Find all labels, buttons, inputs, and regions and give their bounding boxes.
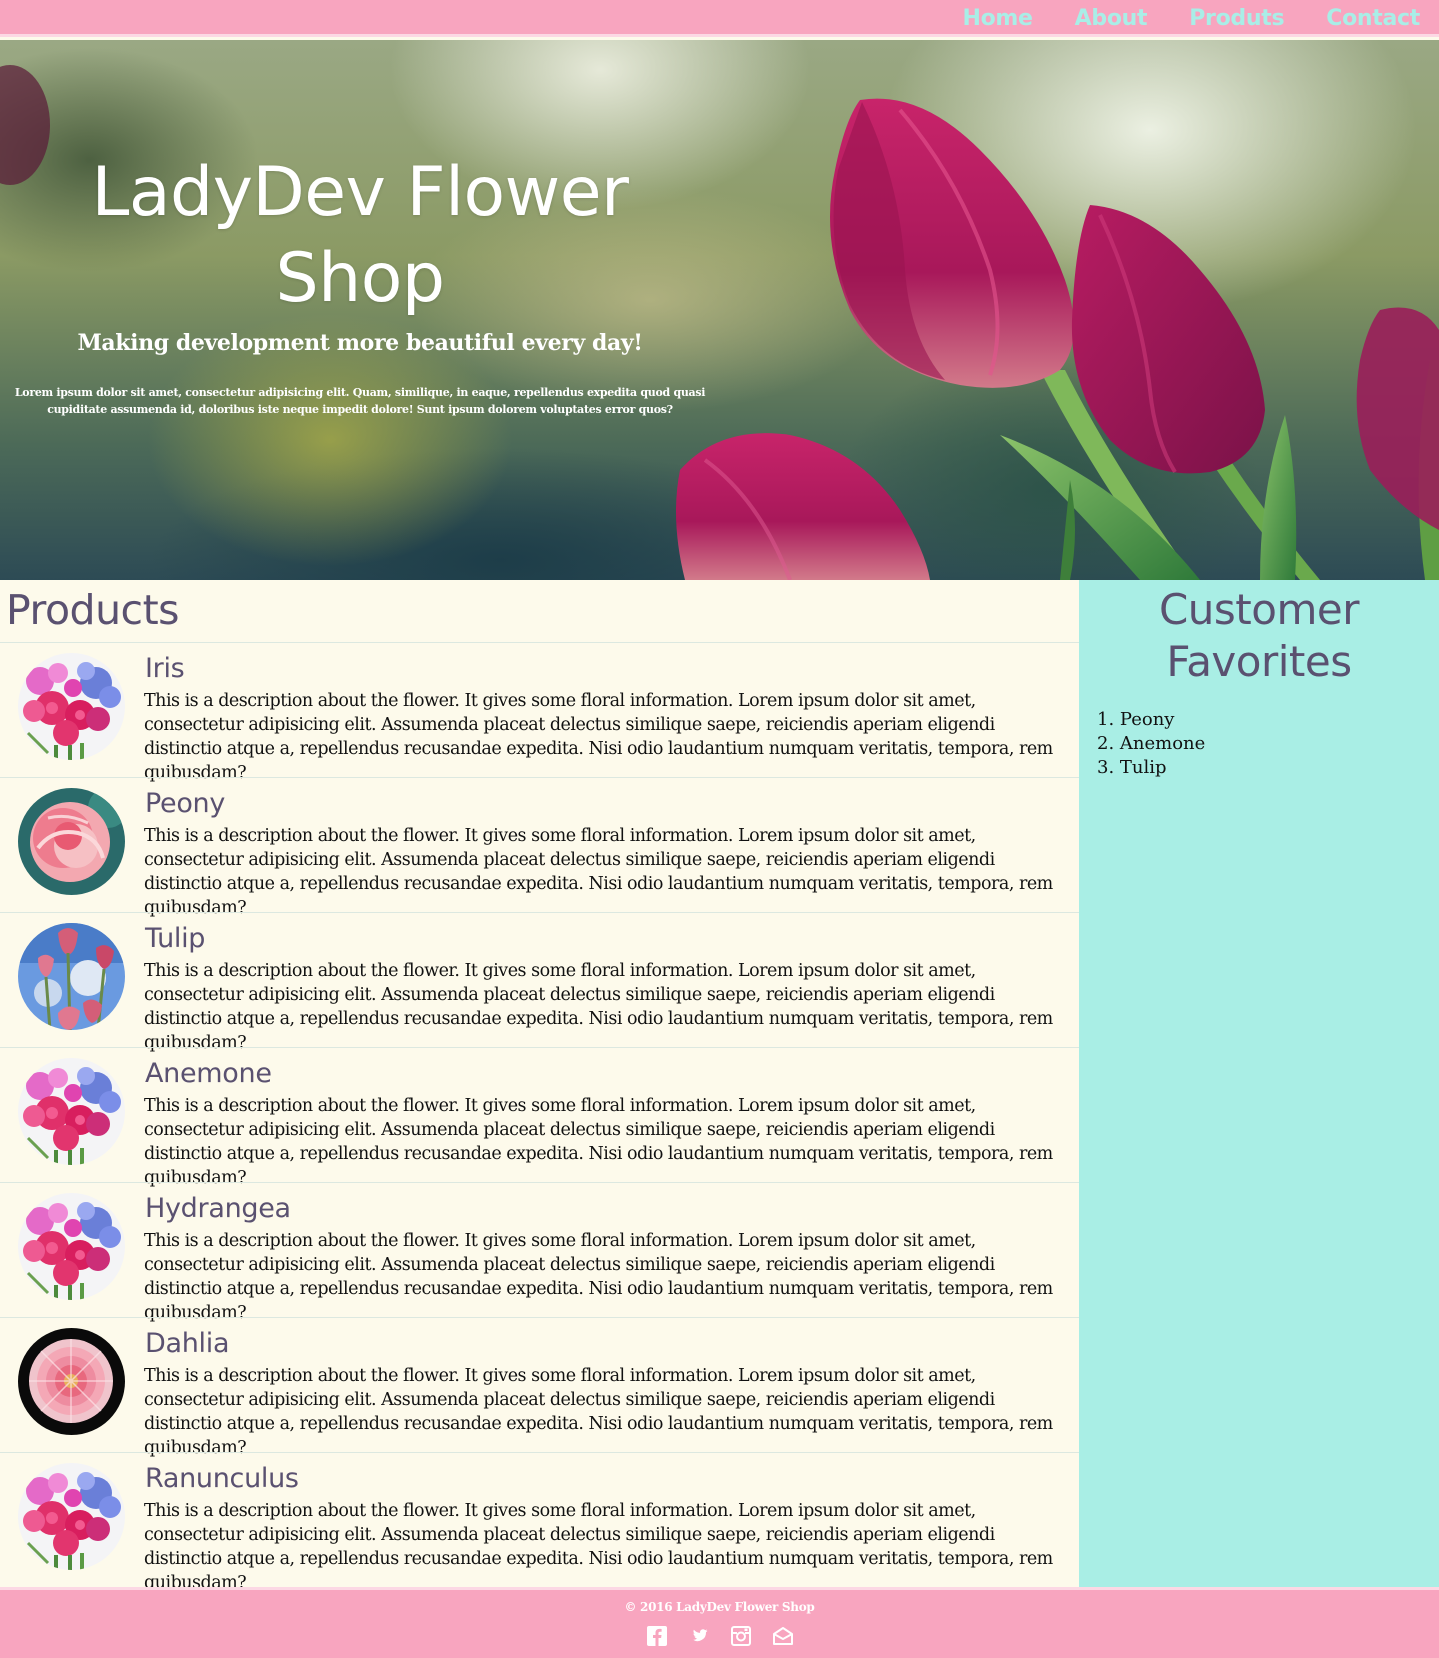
product-description: This is a description about the flower. … [144,1366,1053,1458]
instagram-icon[interactable] [729,1624,753,1648]
product-description: This is a description about the flower. … [144,826,1053,918]
product-description: This is a description about the flower. … [144,691,1053,783]
favorite-item: 1. Peony [1097,709,1175,730]
product-list: Iris This is a description about the flo… [0,642,1079,1593]
product-image-bouquet [18,653,125,760]
customer-favorites-sidebar: Customer Favorites 1. Peony 2. Anemone 3… [1079,580,1439,1587]
product-description: This is a description about the flower. … [144,961,1053,1053]
twitter-icon[interactable] [687,1624,711,1648]
favorites-list: 1. Peony 2. Anemone 3. Tulip [1097,708,1205,780]
nav-link-products[interactable]: Produts [1189,6,1284,31]
site-footer: © 2016 LadyDev Flower Shop [0,1587,1439,1658]
product-description: This is a description about the flower. … [144,1501,1053,1593]
product-image-bouquet [18,1058,125,1165]
product-name: Ranunculus [145,1463,299,1494]
favorites-heading: Customer Favorites [1158,585,1360,686]
product-item-anemone: Anemone This is a description about the … [0,1047,1079,1188]
product-description: This is a description about the flower. … [144,1096,1053,1188]
product-item-ranunculus: Ranunculus This is a description about t… [0,1452,1079,1593]
product-item-tulip: Tulip This is a description about the fl… [0,912,1079,1053]
product-name: Anemone [145,1058,272,1089]
mail-icon[interactable] [771,1624,795,1648]
product-name: Dahlia [145,1328,230,1359]
product-item-hydrangea: Hydrangea This is a description about th… [0,1182,1079,1323]
favorite-item: 2. Anemone [1097,733,1206,754]
top-navbar: Home About Produts Contact [0,0,1439,37]
nav-link-home[interactable]: Home [962,6,1032,31]
product-name: Peony [145,788,226,819]
product-name: Iris [145,653,185,684]
nav-link-contact[interactable]: Contact [1326,6,1420,31]
product-item-iris: Iris This is a description about the flo… [0,642,1079,783]
product-item-peony: Peony This is a description about the fl… [0,777,1079,918]
product-item-dahlia: Dahlia This is a description about the f… [0,1317,1079,1458]
product-image-peony [18,788,125,895]
products-heading: Products [6,586,180,634]
product-name: Tulip [145,923,206,954]
hero-title: LadyDev Flower Shop [91,153,629,318]
hero-blurb: Lorem ipsum dolor sit amet, consectetur … [14,386,706,416]
product-name: Hydrangea [145,1193,291,1224]
product-description: This is a description about the flower. … [144,1231,1053,1323]
hero-subtitle: Making development more beautiful every … [77,330,643,356]
product-image-tulip [18,923,125,1030]
products-section: Products Iris This is a description abou… [0,580,1079,1593]
product-image-bouquet [18,1193,125,1300]
nav-menu: Home About Produts Contact [939,0,1439,37]
copyright-text: © 2016 LadyDev Flower Shop [624,1600,815,1614]
product-image-dahlia [18,1328,125,1435]
facebook-icon[interactable] [645,1624,669,1648]
product-image-bouquet [18,1463,125,1570]
nav-link-about[interactable]: About [1075,6,1148,31]
hero-banner: LadyDev Flower Shop Making development m… [0,40,1439,580]
social-links [0,1624,1439,1648]
favorite-item: 3. Tulip [1097,757,1167,778]
